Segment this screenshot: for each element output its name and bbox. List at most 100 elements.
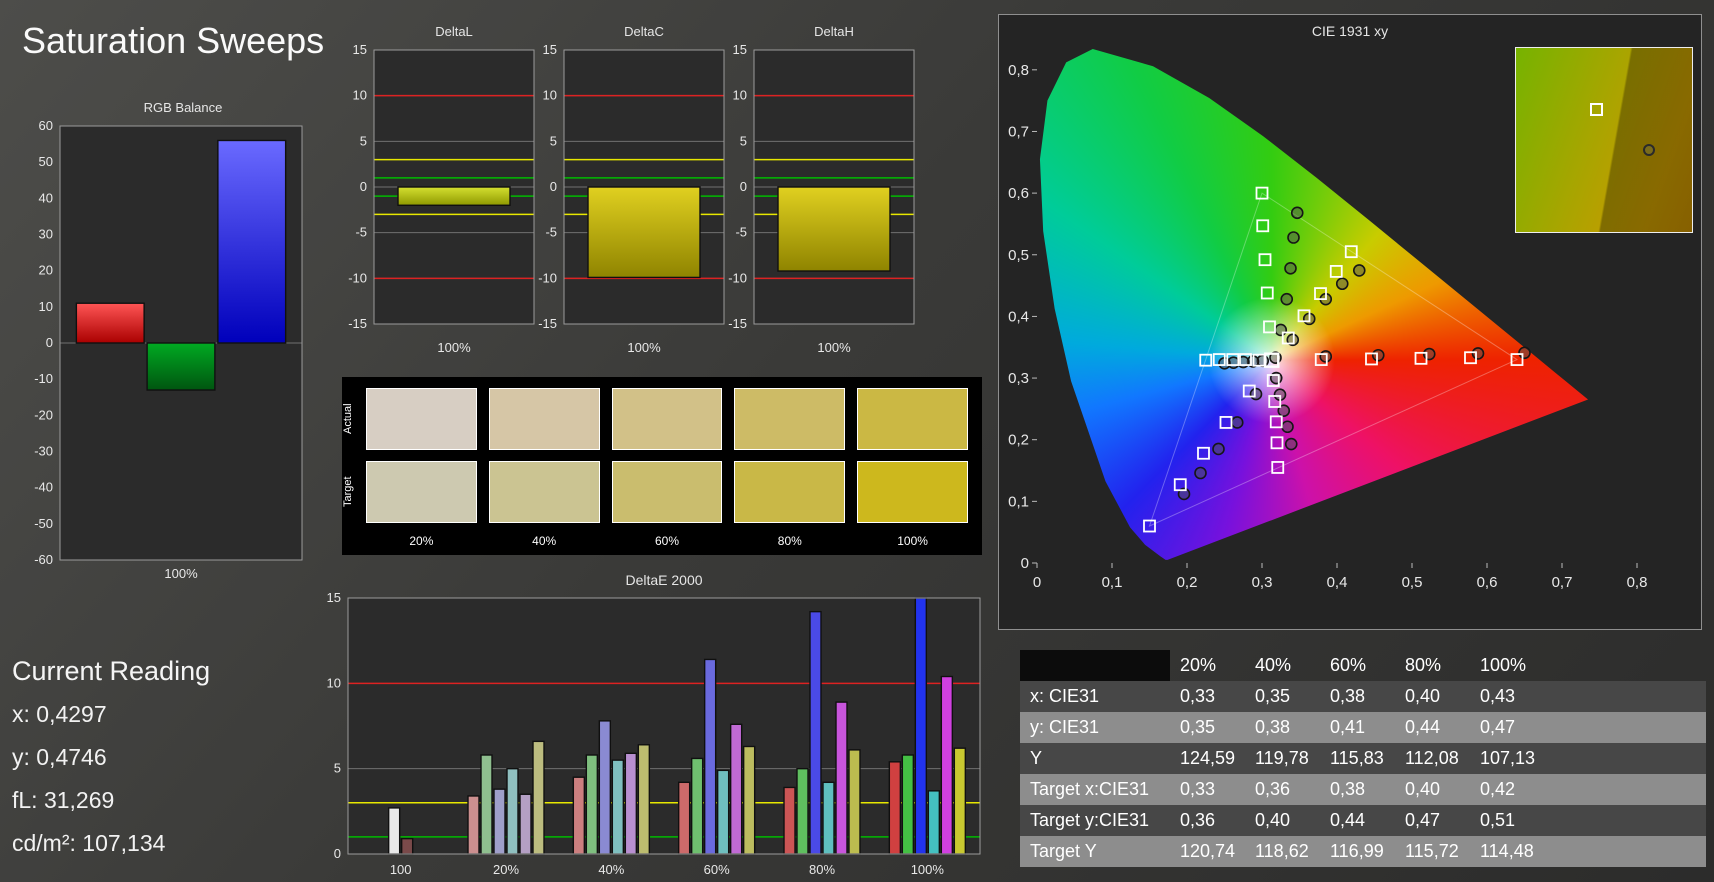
table-cell: 0,36 <box>1245 774 1320 805</box>
table-row: Target Y 120,74 118,62 116,99 115,72 114,48 <box>1020 836 1706 867</box>
table-cell: 0,47 <box>1470 712 1545 743</box>
bar <box>532 740 545 855</box>
svg-text:10: 10 <box>39 299 53 314</box>
bar <box>796 767 809 855</box>
svg-text:-40: -40 <box>34 480 53 495</box>
table-row: y: CIE31 0,35 0,38 0,41 0,44 0,47 <box>1020 712 1706 743</box>
swatch-col-label: 20% <box>409 534 434 548</box>
table-cell-filler <box>1545 743 1706 774</box>
svg-text:20%: 20% <box>493 862 519 877</box>
table-cell-filler <box>1545 805 1706 836</box>
table-cell: 0,51 <box>1470 805 1545 836</box>
svg-text:20: 20 <box>39 263 53 278</box>
bar <box>480 754 493 855</box>
svg-text:0,5: 0,5 <box>1008 247 1029 264</box>
table-header-80%: 80% <box>1405 655 1442 675</box>
deltac-chart: -15 -10 -5 0 5 10 15 100% <box>520 42 732 360</box>
svg-text:-10: -10 <box>34 371 53 386</box>
svg-text:100%: 100% <box>164 566 198 581</box>
bar <box>703 658 717 855</box>
svg-text:60%: 60% <box>704 862 730 877</box>
svg-text:0: 0 <box>1021 555 1029 572</box>
bar <box>914 597 928 855</box>
rgb-balance-title: RGB Balance <box>143 100 223 115</box>
bar <box>848 749 861 855</box>
target-row-label: Target <box>342 476 354 508</box>
table-row-label: Target Y <box>1020 836 1170 867</box>
swatch-actual-20% <box>366 388 477 450</box>
bar <box>585 754 599 855</box>
bar <box>742 745 756 855</box>
svg-text:5: 5 <box>334 761 341 776</box>
svg-text:0,3: 0,3 <box>1008 370 1029 387</box>
table-header-60%: 60% <box>1330 655 1367 675</box>
bar <box>729 723 743 855</box>
table-cell: 116,99 <box>1320 836 1395 867</box>
swatch-actual-60% <box>611 388 723 450</box>
inset-target-square <box>1589 103 1603 117</box>
swatch-col-label: 100% <box>897 534 928 548</box>
svg-text:-50: -50 <box>34 516 53 531</box>
table-row: x: CIE31 0,33 0,35 0,38 0,40 0,43 <box>1020 681 1706 712</box>
table-cell-filler <box>1545 712 1706 743</box>
page-title: Saturation Sweeps <box>22 20 325 61</box>
table-cell: 120,74 <box>1170 836 1245 867</box>
table-cell: 107,13 <box>1470 743 1545 774</box>
table-row-label: Target y:CIE31 <box>1020 805 1170 836</box>
table-cell: 0,33 <box>1170 681 1245 712</box>
svg-text:15: 15 <box>543 42 557 57</box>
table-cell: 0,38 <box>1245 712 1320 743</box>
table-row-label: Target x:CIE31 <box>1020 774 1170 805</box>
svg-text:0: 0 <box>740 179 747 194</box>
svg-text:0,1: 0,1 <box>1008 493 1029 510</box>
bar <box>397 186 511 206</box>
svg-text:-5: -5 <box>735 225 747 240</box>
bar <box>783 786 796 855</box>
swatch-actual-40% <box>488 388 600 450</box>
saturation-sweeps-page: Saturation Sweeps RGB Balance -60 -50 -40-… <box>0 0 1714 882</box>
svg-text:-5: -5 <box>355 225 367 240</box>
svg-text:0: 0 <box>334 846 341 861</box>
svg-text:0,6: 0,6 <box>1477 574 1498 591</box>
table-cell: 0,40 <box>1395 681 1470 712</box>
svg-text:0,8: 0,8 <box>1008 62 1029 79</box>
table-cell-filler <box>1545 836 1706 867</box>
bar <box>387 807 401 855</box>
deltah-title: DeltaH <box>814 24 854 39</box>
svg-text:0,3: 0,3 <box>1252 574 1273 591</box>
bar <box>146 342 216 391</box>
current-reading-fl: fL: 31,269 <box>12 787 115 813</box>
table-header-filler <box>1545 650 1706 681</box>
table-corner-cell <box>1020 650 1170 681</box>
svg-text:-10: -10 <box>538 270 557 285</box>
deltal-title: DeltaL <box>435 24 473 39</box>
table-cell: 0,44 <box>1395 712 1470 743</box>
table-cell: 119,78 <box>1245 743 1320 774</box>
table-cell: 0,42 <box>1470 774 1545 805</box>
svg-text:0,8: 0,8 <box>1627 574 1648 591</box>
svg-text:-15: -15 <box>348 316 367 331</box>
svg-text:40%: 40% <box>598 862 624 877</box>
current-reading-y: y: 0,4746 <box>12 744 107 770</box>
swatch-comparison-panel: Actual Target 20% 40% 60% 80% 100% <box>342 377 982 555</box>
table-cell: 118,62 <box>1245 836 1320 867</box>
svg-text:10: 10 <box>327 675 341 690</box>
bar <box>777 186 891 272</box>
table-cell: 0,35 <box>1245 681 1320 712</box>
svg-text:0,6: 0,6 <box>1008 185 1029 202</box>
bar <box>598 720 612 855</box>
table-row-label: Y <box>1020 743 1170 774</box>
svg-text:100%: 100% <box>437 340 471 355</box>
table-cell-filler <box>1545 681 1706 712</box>
table-header-20%: 20% <box>1180 655 1217 675</box>
swatch-col-label: 60% <box>654 534 679 548</box>
svg-text:100%: 100% <box>627 340 661 355</box>
deltah-chart: -15 -10 -5 0 5 10 15 100% <box>710 42 922 360</box>
bar <box>506 767 519 855</box>
swatch-target-80% <box>734 461 846 523</box>
current-reading-block: Current Reading x: 0,4297 y: 0,4746 fL: … <box>12 656 210 873</box>
bar <box>901 754 915 855</box>
table-cell: 114,48 <box>1470 836 1545 867</box>
table-cell: 0,33 <box>1170 774 1245 805</box>
bar <box>809 610 822 855</box>
